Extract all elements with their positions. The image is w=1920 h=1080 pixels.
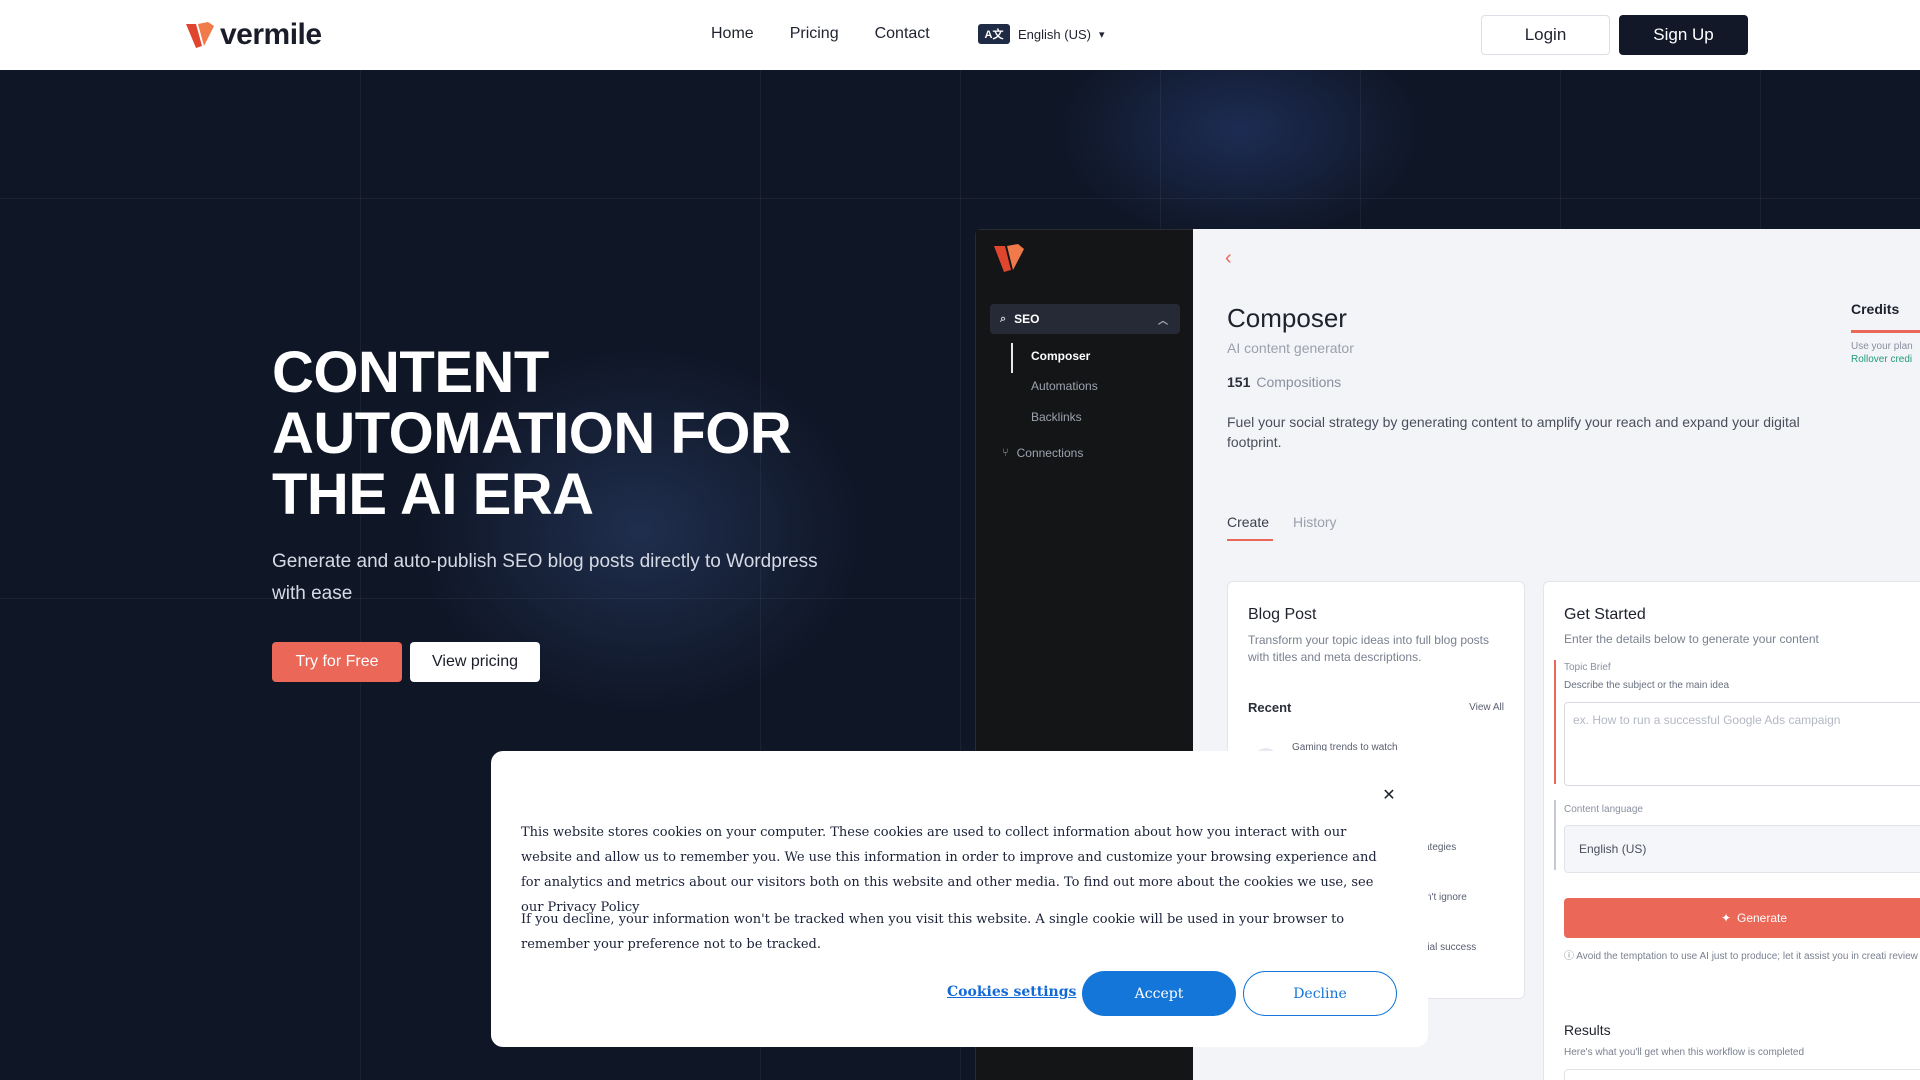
topic-accent-bar — [1554, 660, 1556, 784]
results-subtitle: Here's what you'll get when this workflo… — [1564, 1047, 1805, 1058]
blog-post-description: Transform your topic ideas into full blo… — [1248, 633, 1490, 664]
cookie-text-main: This website stores cookies on your comp… — [521, 825, 1377, 915]
generate-button[interactable]: ✦ Generate — [1564, 898, 1920, 938]
search-chat-icon: ⌕ — [1000, 312, 1007, 325]
nav-home-link[interactable]: Home — [711, 25, 754, 43]
active-tab-underline — [1227, 539, 1273, 541]
try-for-free-button[interactable]: Try for Free — [272, 642, 402, 682]
recent-item[interactable]: rial success — [1424, 942, 1476, 953]
signup-button[interactable]: Sign Up — [1619, 15, 1748, 55]
results-title: Results — [1564, 1022, 1611, 1038]
nav-contact-link[interactable]: Contact — [875, 25, 930, 43]
cookie-text-decline: If you decline, your information won't b… — [521, 912, 1345, 952]
cookies-settings-link[interactable]: Cookies settings — [947, 984, 1076, 1000]
view-all-link[interactable]: View All — [1469, 702, 1504, 713]
credits-title: Credits — [1851, 301, 1900, 317]
sidebar-item-composer[interactable]: Composer — [1031, 349, 1090, 363]
blog-post-title: Blog Post — [1248, 606, 1317, 623]
tab-create[interactable]: Create — [1227, 514, 1269, 530]
language-selector[interactable]: A文 English (US) ▾ — [978, 24, 1105, 44]
grid-line — [0, 198, 1920, 199]
content-language-label: Content language — [1564, 804, 1643, 815]
topic-brief-hint: Describe the subject or the main idea — [1564, 680, 1730, 691]
brand-logo[interactable]: vermile — [184, 18, 322, 52]
recent-item[interactable]: ategies — [1424, 842, 1456, 853]
active-indicator — [1011, 343, 1013, 373]
app-logo-icon — [992, 242, 1026, 279]
credits-rollover: Rollover credi — [1851, 354, 1913, 365]
nav-pricing-link[interactable]: Pricing — [790, 25, 839, 43]
ai-warning-message: Avoid the temptation to use AI just to p… — [1576, 951, 1920, 962]
compositions-label: Compositions — [1256, 374, 1342, 390]
accept-cookies-button[interactable]: Accept — [1082, 971, 1236, 1016]
generate-label: Generate — [1737, 911, 1788, 925]
results-box — [1564, 1069, 1920, 1080]
close-icon[interactable]: ✕ — [1380, 785, 1398, 804]
topic-brief-input[interactable]: ex. How to run a successful Google Ads c… — [1564, 702, 1920, 786]
compositions-count: 151 Compositions — [1227, 374, 1341, 390]
composer-title: Composer — [1227, 303, 1347, 333]
back-chevron-icon[interactable]: ‹ — [1225, 247, 1232, 270]
sidebar-item-backlinks[interactable]: Backlinks — [1031, 410, 1082, 424]
view-pricing-button[interactable]: View pricing — [410, 642, 540, 682]
language-accent-bar — [1554, 800, 1556, 870]
top-navbar: vermile Home Pricing Contact A文 English … — [0, 0, 1920, 70]
chevron-up-icon: ︿ — [1158, 316, 1168, 327]
get-started-title: Get Started — [1564, 606, 1646, 623]
content-language-select[interactable]: English (US) — [1564, 825, 1920, 873]
credits-note: Use your plan — [1851, 341, 1913, 352]
chevron-down-icon: ▾ — [1098, 28, 1105, 41]
recent-item[interactable]: n't ignore — [1426, 892, 1467, 903]
sidebar-section-seo[interactable]: ⌕ SEO ︿ — [990, 304, 1180, 334]
login-button[interactable]: Login — [1481, 15, 1610, 55]
vermile-logo-icon — [186, 22, 214, 48]
compositions-number: 151 — [1227, 374, 1251, 390]
brand-name: vermile — [220, 18, 322, 51]
composer-description: Fuel your social strategy by generating … — [1227, 414, 1800, 450]
branch-icon: ⑂ — [1002, 447, 1009, 459]
sidebar-item-connections[interactable]: ⑂ Connections — [1002, 446, 1083, 460]
sidebar-item-automations[interactable]: Automations — [1031, 379, 1098, 393]
topic-brief-label: Topic Brief — [1564, 662, 1611, 673]
nav-links: Home Pricing Contact — [711, 25, 930, 43]
info-icon: ⓘ — [1564, 951, 1577, 962]
composer-subtitle: AI content generator — [1227, 340, 1354, 356]
sidebar-section-label: SEO — [1014, 312, 1040, 326]
language-label: English (US) — [1018, 26, 1091, 42]
translate-icon: A文 — [978, 24, 1010, 44]
get-started-card: Get Started Enter the details below to g… — [1543, 581, 1920, 1080]
credits-progress-bar — [1851, 330, 1920, 333]
hero-subtitle: Generate and auto-publish SEO blog posts… — [272, 551, 818, 604]
recent-heading: Recent — [1248, 700, 1292, 715]
sidebar-connections-label: Connections — [1016, 446, 1084, 460]
hero-title: CONTENT AUTOMATION FOR THE AI ERA — [272, 340, 792, 527]
get-started-description: Enter the details below to generate your… — [1564, 632, 1819, 646]
sparkle-icon: ✦ — [1720, 911, 1731, 925]
tab-history[interactable]: History — [1293, 514, 1337, 530]
decline-cookies-button[interactable]: Decline — [1243, 971, 1397, 1016]
cookie-consent-dialog: ✕ This website stores cookies on your co… — [491, 751, 1428, 1047]
ai-warning-text: ⓘ Avoid the temptation to use AI just to… — [1564, 950, 1920, 963]
